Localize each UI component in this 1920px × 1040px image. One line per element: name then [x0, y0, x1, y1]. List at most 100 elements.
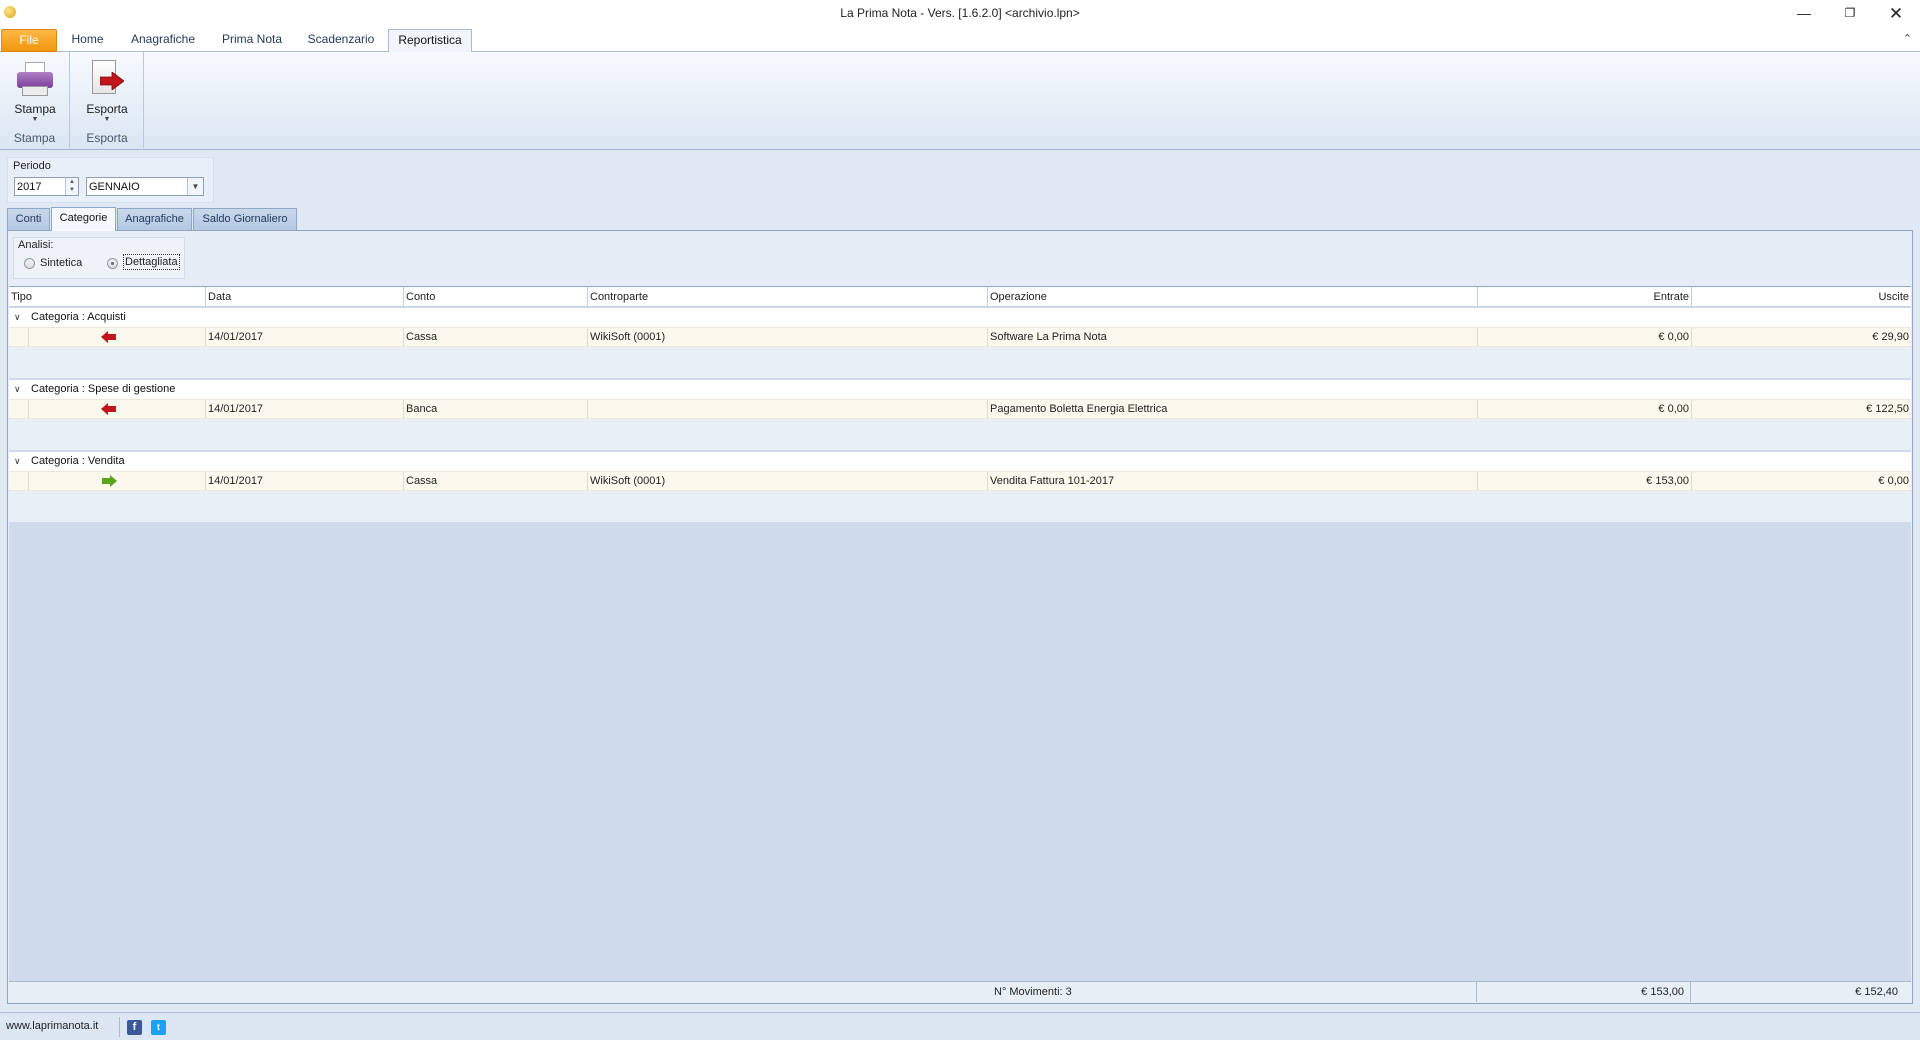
cell-data: 14/01/2017: [206, 472, 404, 490]
status-bar: www.laprimanota.it f t: [0, 1012, 1920, 1040]
radio-sintetica[interactable]: Sintetica: [24, 255, 94, 271]
tab-scadenzario[interactable]: Scadenzario: [302, 29, 380, 52]
radio-checked-icon: [107, 258, 118, 269]
tipo-cell: [29, 400, 206, 418]
column-header-conto[interactable]: Conto: [404, 287, 588, 307]
tab-conti[interactable]: Conti: [7, 208, 50, 230]
cell-operazione: Vendita Fattura 101-2017: [988, 472, 1478, 490]
table-row[interactable]: 14/01/2017 Cassa WikiSoft (0001) Softwar…: [9, 327, 1911, 347]
ribbon-tab-bar: File Home Anagrafiche Prima Nota Scadenz…: [0, 27, 1920, 53]
group-title: Categoria : Vendita: [31, 455, 125, 467]
row-indent: [9, 472, 29, 490]
table-row[interactable]: 14/01/2017 Banca Pagamento Boletta Energ…: [9, 399, 1911, 419]
tab-reportistica[interactable]: Reportistica: [388, 29, 472, 53]
group-row[interactable]: ∨ Categoria : Vendita: [9, 452, 1911, 471]
grid-summary-row: N° Movimenti: 3 € 153,00 € 152,40: [9, 981, 1911, 1002]
group-row[interactable]: ∨ Categoria : Spese di gestione: [9, 380, 1911, 399]
chevron-down-icon[interactable]: ▼: [187, 178, 203, 195]
cell-entrate: € 0,00: [1478, 328, 1692, 346]
chevron-down-icon: ▼: [31, 116, 39, 123]
restore-icon[interactable]: ❐: [1827, 0, 1873, 27]
row-indent: [9, 328, 29, 346]
tab-saldo-giornaliero[interactable]: Saldo Giornaliero: [193, 208, 297, 230]
column-header-tipo[interactable]: Tipo: [9, 287, 206, 307]
arrow-left-icon: [101, 331, 116, 343]
year-spinner[interactable]: 2017 ▲ ▼: [14, 177, 79, 196]
twitter-icon[interactable]: t: [151, 1020, 166, 1035]
group-row[interactable]: ∨ Categoria : Acquisti: [9, 308, 1911, 327]
chevron-down-icon: ▼: [103, 116, 111, 123]
column-header-uscite[interactable]: Uscite: [1692, 287, 1911, 307]
ribbon-group-label-stampa: Stampa: [13, 131, 56, 145]
group-title: Categoria : Acquisti: [31, 311, 126, 323]
cell-operazione: Software La Prima Nota: [988, 328, 1478, 346]
grid-header: Tipo Data Conto Controparte Operazione E…: [9, 287, 1911, 307]
period-label: Periodo: [13, 160, 51, 172]
cell-controparte: WikiSoft (0001): [588, 472, 988, 490]
ribbon-group-stampa: Stampa ▼ Stampa: [0, 52, 70, 148]
ribbon-body: Stampa ▼ Stampa Esporta ▼ Esporta: [0, 52, 1920, 150]
cell-operazione: Pagamento Boletta Energia Elettrica: [988, 400, 1478, 418]
analisi-label: Analisi:: [18, 239, 54, 251]
column-header-operazione[interactable]: Operazione: [988, 287, 1478, 307]
cell-uscite: € 122,50: [1866, 403, 1909, 415]
cell-uscite: € 0,00: [1878, 475, 1909, 487]
website-link[interactable]: www.laprimanota.it: [6, 1020, 98, 1032]
arrow-right-icon: [102, 475, 117, 487]
cell-conto: Cassa: [404, 328, 588, 346]
tab-anagrafiche-view[interactable]: Anagrafiche: [117, 208, 192, 230]
group-footer-row: [9, 347, 1911, 378]
radio-dettagliata[interactable]: Dettagliata: [107, 254, 187, 271]
window-title: La Prima Nota - Vers. [1.6.2.0] <archivi…: [840, 6, 1080, 20]
column-header-controparte[interactable]: Controparte: [588, 287, 988, 307]
total-uscite: € 152,40: [1690, 982, 1904, 1002]
minimize-icon[interactable]: —: [1781, 0, 1827, 27]
tipo-cell: [29, 472, 206, 490]
ribbon-group-esporta: Esporta ▼ Esporta: [71, 52, 144, 148]
cell-data: 14/01/2017: [206, 400, 404, 418]
cell-entrate: € 0,00: [1478, 400, 1692, 418]
radio-dettagliata-label: Dettagliata: [123, 254, 180, 270]
radio-unchecked-icon: [24, 258, 35, 269]
total-entrate: € 153,00: [1476, 982, 1690, 1002]
cell-conto: Banca: [404, 400, 588, 418]
radio-sintetica-label: Sintetica: [40, 257, 83, 269]
group-footer-row: [9, 419, 1911, 450]
esporta-button-label: Esporta: [86, 102, 128, 116]
cell-controparte: [588, 400, 988, 418]
cell-conto: Cassa: [404, 472, 588, 490]
table-row[interactable]: 14/01/2017 Cassa WikiSoft (0001) Vendita…: [9, 471, 1911, 491]
year-value: 2017: [17, 181, 42, 193]
chevron-down-icon[interactable]: ∨: [14, 380, 21, 399]
esporta-button[interactable]: Esporta ▼: [76, 56, 138, 130]
cell-controparte: WikiSoft (0001): [588, 328, 988, 346]
facebook-icon[interactable]: f: [127, 1020, 142, 1035]
spin-arrows-icon[interactable]: ▲ ▼: [65, 178, 78, 195]
categorie-panel: Analisi: Sintetica Dettagliata Tipo Data…: [7, 230, 1913, 1004]
printer-icon: [17, 62, 53, 98]
tab-categorie[interactable]: Categorie: [51, 207, 116, 231]
tipo-cell: [29, 328, 206, 346]
ribbon-collapse-icon[interactable]: ⌃: [1903, 32, 1912, 45]
close-icon[interactable]: ✕: [1873, 0, 1919, 27]
chevron-down-icon[interactable]: ∨: [14, 452, 21, 471]
group-title: Categoria : Spese di gestione: [31, 383, 176, 395]
column-header-data[interactable]: Data: [206, 287, 404, 307]
month-value: GENNAIO: [89, 181, 140, 193]
chevron-down-icon[interactable]: ∨: [14, 308, 21, 327]
export-icon: [90, 60, 124, 98]
movements-count: N° Movimenti: 3: [994, 986, 1072, 998]
cell-uscite: € 29,90: [1872, 331, 1909, 343]
tab-anagrafiche[interactable]: Anagrafiche: [124, 29, 202, 52]
period-filter: Periodo 2017 ▲ ▼ GENNAIO ▼: [7, 157, 214, 203]
stampa-button[interactable]: Stampa ▼: [4, 56, 66, 130]
tab-file[interactable]: File: [1, 29, 57, 52]
tab-home[interactable]: Home: [62, 29, 113, 52]
tab-prima-nota[interactable]: Prima Nota: [213, 29, 291, 52]
month-select[interactable]: GENNAIO ▼: [86, 177, 204, 196]
cell-entrate: € 153,00: [1478, 472, 1692, 490]
group-footer-row: [9, 491, 1911, 522]
column-header-entrate[interactable]: Entrate: [1478, 287, 1692, 307]
stampa-button-label: Stampa: [14, 102, 56, 116]
status-divider: [119, 1017, 120, 1037]
